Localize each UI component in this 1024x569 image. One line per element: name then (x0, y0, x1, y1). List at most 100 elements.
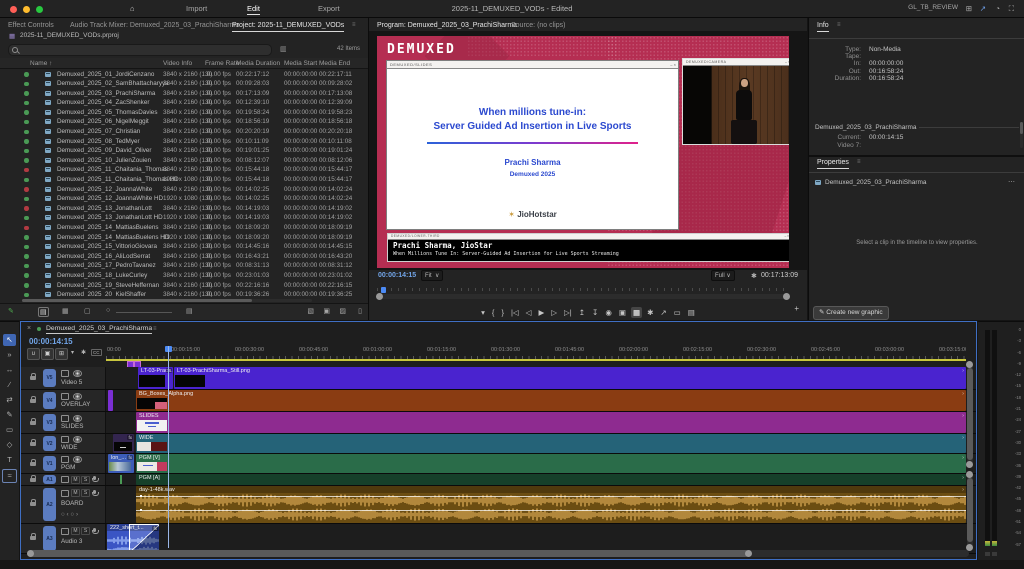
zoom-slider[interactable] (116, 312, 172, 313)
table-row[interactable]: Demuxed_2025_08_TedMyer 3840 x 2160 (1.0… (0, 136, 368, 146)
table-row[interactable]: Demuxed_2025_16_AliLodSerrat 3840 x 2160… (0, 251, 368, 261)
zoom-slider-handle[interactable]: ○ (106, 307, 110, 314)
timeline-playhead[interactable] (168, 346, 169, 548)
lock-icon[interactable] (30, 533, 36, 540)
sync-lock-icon[interactable] (61, 490, 69, 497)
table-row[interactable]: Demuxed_2025_17_PedroTavanez 3840 x 2160… (0, 261, 368, 271)
clip-name[interactable]: Demuxed_2025_03_PrachiSharma (57, 90, 155, 97)
project-file-name[interactable]: 2025-11_DEMUXED_VODs.prproj (20, 32, 119, 39)
tab-properties[interactable]: Properties (817, 159, 849, 169)
close-sequence-icon[interactable]: × (27, 325, 31, 332)
program-scrollbar[interactable] (376, 293, 790, 300)
new-item-icon[interactable]: ▨ (339, 307, 346, 315)
table-row[interactable]: Demuxed_2025_11_Chaitania_Thomas HD 1920… (0, 175, 368, 185)
program-position-timecode[interactable]: 00:00:14:15 (378, 272, 416, 279)
keyframe[interactable] (140, 509, 142, 511)
solo-button[interactable]: S (81, 489, 90, 497)
track-target-v1[interactable]: V1 (43, 456, 56, 471)
table-row[interactable]: Demuxed_2025_09_David_Oliver 3840 x 2160… (0, 146, 368, 156)
program-scrubber[interactable] (376, 287, 790, 300)
table-row[interactable]: Demuxed_2025_11_Chaitania_Thomas 3840 x … (0, 165, 368, 175)
clip-name[interactable]: Demuxed_2025_13_JonathanLott (57, 205, 152, 212)
add-marker-icon[interactable]: ▾ (71, 349, 74, 356)
timeline-h-scrollbar[interactable] (27, 550, 969, 557)
clip-a3-222-short[interactable]: 222_short_t... fx (107, 524, 159, 553)
clip-name[interactable]: Demuxed_2025_11_Chaitania_Thomas HD (57, 176, 179, 183)
trash-icon[interactable]: ▯ (358, 307, 362, 315)
go-to-in-icon[interactable]: |◁ (509, 307, 521, 318)
workspace-label[interactable]: GL_TB_REVIEW (908, 4, 958, 11)
fullscreen-icon[interactable]: ⛶ (1009, 4, 1014, 14)
tab-audio-track-mixer[interactable]: Audio Track Mixer: Demuxed_2025_03_Prach… (70, 22, 239, 29)
remix-tool-icon[interactable]: ≈ (2, 469, 17, 483)
video-tracks-scrollbar[interactable] (966, 361, 973, 468)
table-row[interactable]: Demuxed_2025_19_SteveHeffernan 3840 x 21… (0, 280, 368, 290)
clip-name[interactable]: Demuxed_2025_10_JulienZouien (57, 157, 151, 164)
project-h-scrollbar[interactable] (22, 299, 312, 302)
tab-sequence[interactable]: Demuxed_2025_03_PrachiSharma (46, 325, 153, 334)
clip-name[interactable]: Demuxed_2025_11_Chaitania_Thomas (57, 166, 168, 173)
filter-bin-icon[interactable]: ▥ (280, 45, 287, 53)
clip-name[interactable]: Demuxed_2025_16_AliLodSerrat (57, 253, 150, 260)
track-target-v5[interactable]: V5 (43, 369, 56, 387)
col-media-end[interactable]: Media End (319, 60, 350, 67)
tab-info[interactable]: Info (817, 22, 829, 32)
sync-lock-icon[interactable] (61, 393, 69, 400)
list-view-icon[interactable]: ▤ (38, 307, 49, 317)
clip-name[interactable]: Demuxed_2025_02_SamBhattacharyya (57, 80, 169, 87)
track-target-a2[interactable]: A2 (43, 488, 56, 521)
clip-name[interactable]: Demuxed_2025_14_MattiasBuelens HD (57, 234, 169, 241)
settings-wrench-icon[interactable]: ✱ (751, 272, 757, 280)
table-row[interactable]: Demuxed_2025_14_MattiasBuelens HD 1920 x… (0, 232, 368, 242)
type-tool-icon[interactable]: T (3, 454, 16, 466)
clip-name[interactable]: Demuxed_2025_09_David_Oliver (57, 147, 152, 154)
lock-icon[interactable] (30, 396, 36, 403)
table-row[interactable]: Demuxed_2025_12_JoannaWhite 3840 x 2160 … (0, 184, 368, 194)
table-row[interactable]: Demuxed_2025_01_JordiCenzano 3840 x 2160… (0, 69, 368, 79)
track-name[interactable]: SLIDES (61, 423, 83, 430)
col-media-start[interactable]: Media Start (284, 60, 317, 67)
table-row[interactable]: Demuxed_2025_13_JonathanLott HD 1920 x 1… (0, 213, 368, 223)
add-marker-icon[interactable]: ▾ (479, 307, 487, 318)
track-name[interactable]: Video 5 (61, 379, 82, 386)
program-playhead[interactable] (381, 287, 386, 293)
clip-v4-stub[interactable] (108, 390, 113, 411)
clip-name[interactable]: Demuxed_2025_20_KielShaffer (57, 291, 146, 297)
clip-v5-still[interactable]: LT-03-PrachiSharma_Still.png › (174, 367, 966, 389)
automate-sequence-icon[interactable]: ▧ (307, 307, 314, 315)
play-icon[interactable]: ▶ (536, 307, 546, 318)
track-output-eye-icon[interactable] (73, 370, 82, 377)
table-row[interactable]: Demuxed_2025_15_VittorioGiovara 3840 x 2… (0, 242, 368, 252)
sync-lock-icon[interactable] (61, 528, 69, 535)
table-row[interactable]: Demuxed_2025_12_JoannaWhite HD 1920 x 10… (0, 194, 368, 204)
new-bin-icon[interactable]: ▣ (323, 307, 330, 315)
export-icon[interactable]: ↗ (658, 307, 668, 318)
clip-v2-pre[interactable]: fx (113, 434, 134, 453)
lock-icon[interactable] (30, 439, 36, 446)
track-name[interactable]: BOARD (61, 500, 83, 507)
volume-line[interactable] (136, 510, 966, 511)
sequence-menu-icon[interactable]: ≡ (153, 326, 157, 332)
table-row[interactable]: Demuxed_2025_13_JonathanLott 3840 x 2160… (0, 203, 368, 213)
selection-tool-icon[interactable]: ↖ (3, 334, 16, 346)
captions-cc-icon[interactable]: CC (91, 349, 102, 356)
rectangle-tool-icon[interactable]: ▭ (3, 424, 16, 436)
clip-v1-pgm[interactable]: PGM [V] › (136, 454, 966, 473)
clip-name[interactable]: Demuxed_2025_06_NigelMeggit (57, 118, 149, 125)
track-name[interactable]: WIDE (61, 444, 77, 451)
mute-button[interactable]: M (71, 489, 80, 497)
info-panel-menu-icon[interactable]: ≡ (837, 22, 841, 28)
go-to-out-icon[interactable]: ▷| (562, 307, 574, 318)
sync-lock-icon[interactable] (61, 370, 69, 377)
panel-menu-icon[interactable]: ≡ (352, 22, 356, 28)
freeform-view-icon[interactable]: ▢ (84, 307, 91, 315)
icon-view-icon[interactable]: ▦ (62, 307, 69, 315)
track-output-eye-icon[interactable] (73, 456, 82, 463)
lock-icon[interactable] (30, 499, 36, 506)
table-row[interactable]: Demuxed_2025_07_Christian 3840 x 2160 (1… (0, 127, 368, 137)
timeline-settings-wrench-icon[interactable]: ✱ (81, 349, 86, 356)
solo-button[interactable]: S (81, 476, 90, 484)
step-back-icon[interactable]: ◁ (524, 307, 534, 318)
ripple-edit-tool-icon[interactable]: ↔ (3, 364, 16, 376)
track-name[interactable]: PGM (61, 464, 75, 471)
